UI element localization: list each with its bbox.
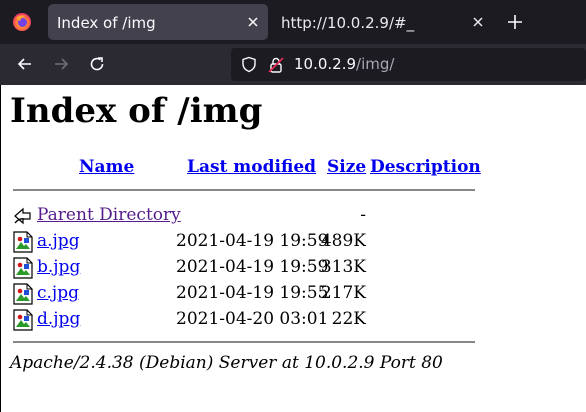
table-row: b.jpg 2021-04-19 19:59 313K	[13, 255, 483, 279]
tracking-protection-shield-icon[interactable]	[241, 56, 257, 73]
sort-by-description-link[interactable]: Description	[370, 157, 481, 177]
forward-arrow-icon[interactable]	[52, 55, 70, 73]
url-text[interactable]: 10.0.2.9/img/	[294, 55, 394, 73]
reload-icon[interactable]	[88, 55, 106, 73]
sort-by-name-link[interactable]: Name	[79, 157, 134, 177]
file-modified: 2021-04-19 19:55	[176, 283, 329, 303]
table-row: d.jpg 2021-04-20 03:01 22K	[13, 307, 483, 331]
firefox-logo-icon[interactable]	[12, 12, 32, 32]
file-size: 217K	[320, 283, 366, 303]
back-folder-icon	[14, 207, 31, 225]
image-file-icon	[13, 231, 33, 253]
header-divider	[13, 189, 475, 191]
file-size: 22K	[331, 309, 366, 329]
tab-strip: Index of /img http://10.0.2.9/#_	[0, 0, 586, 44]
url-path: /img/	[356, 55, 395, 73]
page-content: Index of /img Name Last modified Size De…	[0, 85, 586, 412]
page-title: Index of /img	[10, 91, 263, 131]
close-tab-icon[interactable]	[471, 15, 485, 29]
sort-by-size-link[interactable]: Size	[327, 157, 366, 177]
file-modified: 2021-04-19 19:59	[176, 257, 329, 277]
file-size: 489K	[320, 231, 366, 251]
tab-title: http://10.0.2.9/#_	[281, 14, 415, 32]
url-bar[interactable]: 10.0.2.9/img/	[231, 48, 586, 81]
file-link-b-jpg[interactable]: b.jpg	[37, 257, 80, 277]
file-modified: 2021-04-19 19:59	[176, 231, 329, 251]
table-row: Parent Directory -	[13, 203, 483, 227]
new-tab-plus-icon[interactable]	[506, 13, 524, 31]
image-file-icon	[13, 283, 33, 305]
file-link-a-jpg[interactable]: a.jpg	[37, 231, 80, 251]
tab-title: Index of /img	[57, 14, 156, 32]
back-arrow-icon[interactable]	[16, 55, 34, 73]
footer-divider	[13, 341, 475, 343]
close-tab-icon[interactable]	[246, 15, 260, 29]
tab-url[interactable]: http://10.0.2.9/#_	[270, 4, 496, 40]
sort-by-last-modified-link[interactable]: Last modified	[187, 157, 316, 177]
parent-directory-link[interactable]: Parent Directory	[37, 205, 181, 225]
file-size: 313K	[320, 257, 366, 277]
file-size: -	[360, 205, 366, 225]
insecure-lock-icon[interactable]	[267, 56, 285, 74]
file-link-c-jpg[interactable]: c.jpg	[37, 283, 79, 303]
file-modified: 2021-04-20 03:01	[176, 309, 329, 329]
url-host: 10.0.2.9	[294, 55, 357, 73]
table-row: c.jpg 2021-04-19 19:55 217K	[13, 281, 483, 305]
navigation-toolbar: 10.0.2.9/img/	[0, 44, 586, 85]
file-link-d-jpg[interactable]: d.jpg	[37, 309, 80, 329]
tab-index-img[interactable]: Index of /img	[48, 4, 268, 40]
server-signature: Apache/2.4.38 (Debian) Server at 10.0.2.…	[10, 353, 443, 373]
table-row: a.jpg 2021-04-19 19:59 489K	[13, 229, 483, 253]
image-file-icon	[13, 309, 33, 331]
image-file-icon	[13, 257, 33, 279]
